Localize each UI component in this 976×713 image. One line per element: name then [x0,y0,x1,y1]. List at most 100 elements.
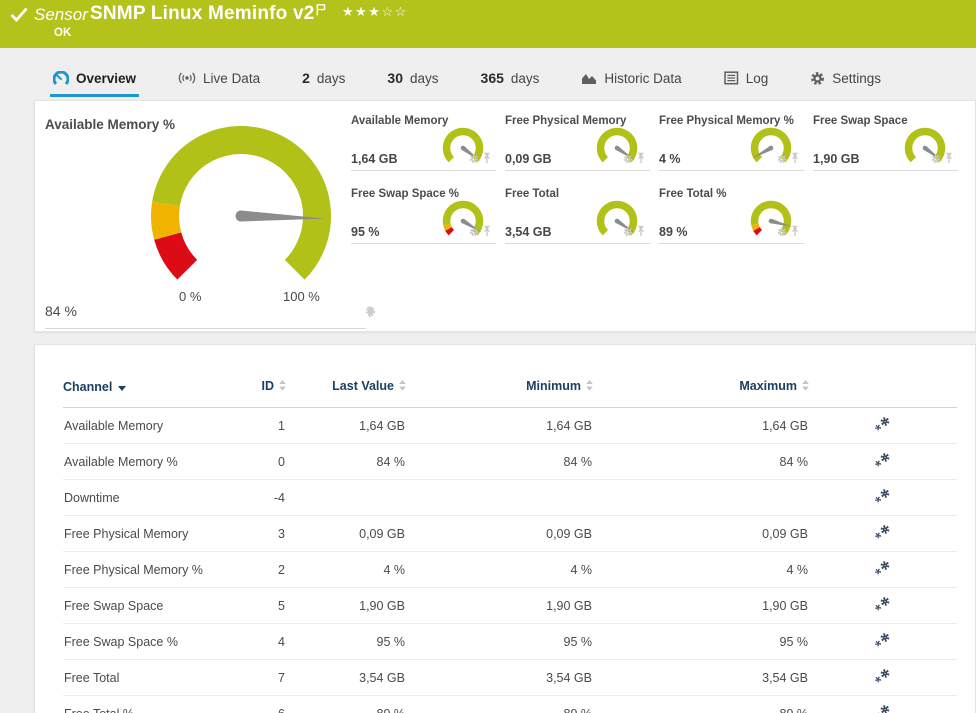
gauge-scale-min: 0 % [179,289,202,304]
channel-minimum: 95 % [406,623,593,660]
tab-label: Overview [76,70,137,86]
pin-icon[interactable] [790,151,800,169]
tab-label: Historic Data [604,70,682,86]
tab-365-days[interactable]: 365 days [478,62,543,97]
channel-name[interactable]: Available Memory % [63,443,223,480]
channel-last-value: 95 % [286,623,406,660]
sensor-kind-label: Sensor [34,5,88,24]
gauge-label: Free Swap Space [813,115,908,127]
small-gauge-cell: Free Physical Memory 0,09 GB [505,115,650,171]
gauge-scale-max: 100 % [283,289,320,304]
pin-icon[interactable] [482,151,492,169]
gauge-value: 3,54 GB [505,225,552,239]
tab-live-data[interactable]: Live Data [175,62,263,97]
gear-icon[interactable] [777,151,787,169]
gear-icon[interactable] [469,224,479,242]
channel-settings-icon[interactable] [874,596,892,615]
pin-icon[interactable] [482,224,492,242]
channel-row[interactable]: Free Physical Memory 3 0,09 GB 0,09 GB 0,09 … [63,515,957,552]
gear-icon[interactable] [777,224,787,242]
flag-icon[interactable] [316,3,326,21]
tab-historic-data[interactable]: Historic Data [578,62,684,97]
channel-maximum: 1,64 GB [593,407,809,444]
sort-icon [279,380,286,394]
channel-id: 6 [223,695,286,713]
channel-minimum: 0,09 GB [406,515,593,552]
column-minimum[interactable]: Minimum [406,379,593,408]
small-gauge-cell: Free Physical Memory % 4 % [659,115,804,171]
gauge-label: Free Total [505,188,560,200]
column-last-value[interactable]: Last Value [286,379,406,408]
channel-settings-icon[interactable] [874,488,892,507]
pin-icon[interactable] [944,151,954,169]
channel-maximum: 3,54 GB [593,659,809,696]
gear-icon[interactable] [469,151,479,169]
channel-name[interactable]: Free Swap Space [63,587,223,624]
channel-maximum: 95 % [593,623,809,660]
main-gauge [151,126,331,280]
channel-row[interactable]: Downtime -4 [63,479,957,516]
column-channel[interactable]: Channel [63,379,223,408]
channel-name[interactable]: Free Total [63,659,223,696]
gauge-value: 4 % [659,152,681,166]
channel-settings-icon[interactable] [874,668,892,687]
gauge-icon [53,70,69,86]
channel-settings-icon[interactable] [874,704,892,713]
channel-minimum: 1,64 GB [406,407,593,444]
channel-maximum: 0,09 GB [593,515,809,552]
channel-last-value: 0,09 GB [286,515,406,552]
tab-number: 365 [480,70,504,86]
gear-icon[interactable] [623,224,633,242]
log-icon [723,71,739,85]
channel-id: 2 [223,551,286,588]
channel-last-value: 4 % [286,551,406,588]
channel-name[interactable]: Free Physical Memory [63,515,223,552]
channel-row[interactable]: Free Swap Space % 4 95 % 95 % 95 % [63,623,957,660]
channel-row[interactable]: Free Physical Memory % 2 4 % 4 % 4 % [63,551,957,588]
status-ok-check-icon [10,7,28,27]
channel-row[interactable]: Free Swap Space 5 1,90 GB 1,90 GB 1,90 GB [63,587,957,624]
tab-label: days [316,70,346,86]
channel-settings-icon[interactable] [874,560,892,579]
tab-settings[interactable]: Settings [807,62,884,97]
small-gauge-cell: Available Memory 1,64 GB [351,115,496,171]
channel-row[interactable]: Free Total %689 %89 %89 % [63,695,957,713]
channel-name[interactable]: Downtime [63,479,223,516]
column-maximum[interactable]: Maximum [593,379,809,408]
table-header-row: Channel ID Last Value Minimum Maximum [63,379,957,408]
channel-settings-icon[interactable] [874,632,892,651]
sort-icon [586,380,593,394]
tab-overview[interactable]: Overview [50,62,140,97]
channel-last-value: 3,54 GB [286,659,406,696]
channel-last-value: 1,90 GB [286,587,406,624]
pin-icon[interactable] [636,151,646,169]
channel-name[interactable]: Available Memory [63,407,223,444]
small-gauge-cell: Free Swap Space 1,90 GB [813,115,958,171]
channel-settings-icon[interactable] [874,416,892,435]
channel-row[interactable]: Free Total 7 3,54 GB 3,54 GB 3,54 GB [63,659,957,696]
channel-maximum [593,479,809,516]
priority-stars[interactable]: ★★★☆☆ [342,4,408,20]
channel-name[interactable]: Free Total % [63,695,223,713]
gear-icon[interactable] [931,151,941,169]
channel-name[interactable]: Free Physical Memory % [63,551,223,588]
small-gauge-cell: Free Swap Space % 95 % [351,188,496,244]
channel-minimum: 1,90 GB [406,587,593,624]
prtg-sensor-page: Sensor SNMP Linux Meminfo v2 ★★★☆☆ OK Ov… [0,0,976,713]
channel-row[interactable]: Available Memory % 0 84 % 84 % 84 % [63,443,957,480]
pin-icon[interactable] [636,224,646,242]
gauge-value: 1,64 GB [351,152,398,166]
column-id[interactable]: ID [223,379,286,408]
channel-name[interactable]: Free Swap Space % [63,623,223,660]
channel-row[interactable]: Available Memory 1 1,64 GB 1,64 GB 1,64 GB [63,407,957,444]
gauge-value: 0,09 GB [505,152,552,166]
channel-settings-icon[interactable] [874,452,892,471]
tab-2-days[interactable]: 2 days [299,62,348,97]
pin-icon[interactable] [790,224,800,242]
tab-30-days[interactable]: 30 days [384,62,441,97]
gear-icon[interactable] [623,151,633,169]
channel-id: 4 [223,623,286,660]
channel-settings-icon[interactable] [874,524,892,543]
tab-log[interactable]: Log [721,62,772,97]
main-gauge-cell: Available Memory % 0 % 100 % 84 % [45,101,376,329]
